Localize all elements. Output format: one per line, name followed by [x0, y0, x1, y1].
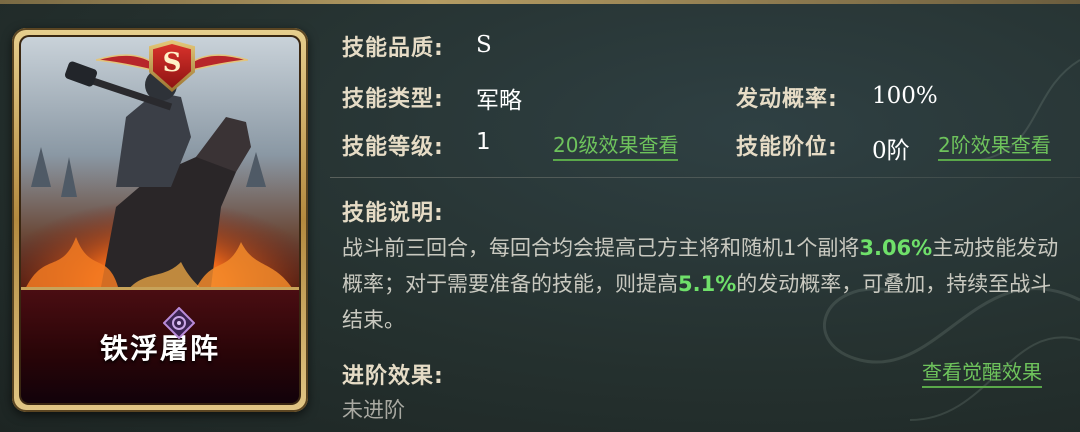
skill-card[interactable]: 铁浮屠阵 S: [12, 28, 308, 412]
quality-value: S: [476, 32, 492, 58]
description-label: 技能说明:: [342, 201, 444, 226]
quality-label: 技能品质:: [342, 36, 444, 61]
description-highlight-2: 5.1%: [678, 272, 737, 296]
awaken-effect-link[interactable]: 查看觉醒效果: [922, 356, 1042, 388]
section-divider: [330, 177, 1080, 178]
description-highlight-1: 3.06%: [859, 236, 933, 260]
type-label: 技能类型:: [342, 87, 444, 112]
advance-label: 进阶效果:: [342, 364, 444, 389]
tier-value: 0阶: [872, 138, 910, 164]
skill-card-inner: 铁浮屠阵: [21, 37, 299, 403]
level-effect-link[interactable]: 20级效果查看: [553, 129, 679, 161]
rate-label: 发动概率:: [736, 87, 838, 112]
badge-left-wing-icon: [96, 54, 152, 71]
description-text-1: 战斗前三回合，每回合均会提高己方主将和随机1个副将: [342, 236, 860, 260]
level-label: 技能等级:: [342, 135, 444, 160]
tier-label: 技能阶位:: [736, 135, 838, 160]
advance-value: 未进阶: [342, 398, 405, 422]
skill-name: 铁浮屠阵: [99, 332, 220, 365]
badge-right-wing-icon: [192, 54, 248, 71]
skill-description: 战斗前三回合，每回合均会提高己方主将和随机1个副将3.06%主动技能发动概率；对…: [342, 230, 1072, 338]
purple-emblem-icon: [163, 307, 195, 339]
rate-value: 100%: [872, 83, 938, 109]
type-value: 军略: [476, 88, 522, 114]
tier-effect-link[interactable]: 2阶效果查看: [938, 129, 1051, 161]
level-value: 1: [476, 129, 491, 155]
